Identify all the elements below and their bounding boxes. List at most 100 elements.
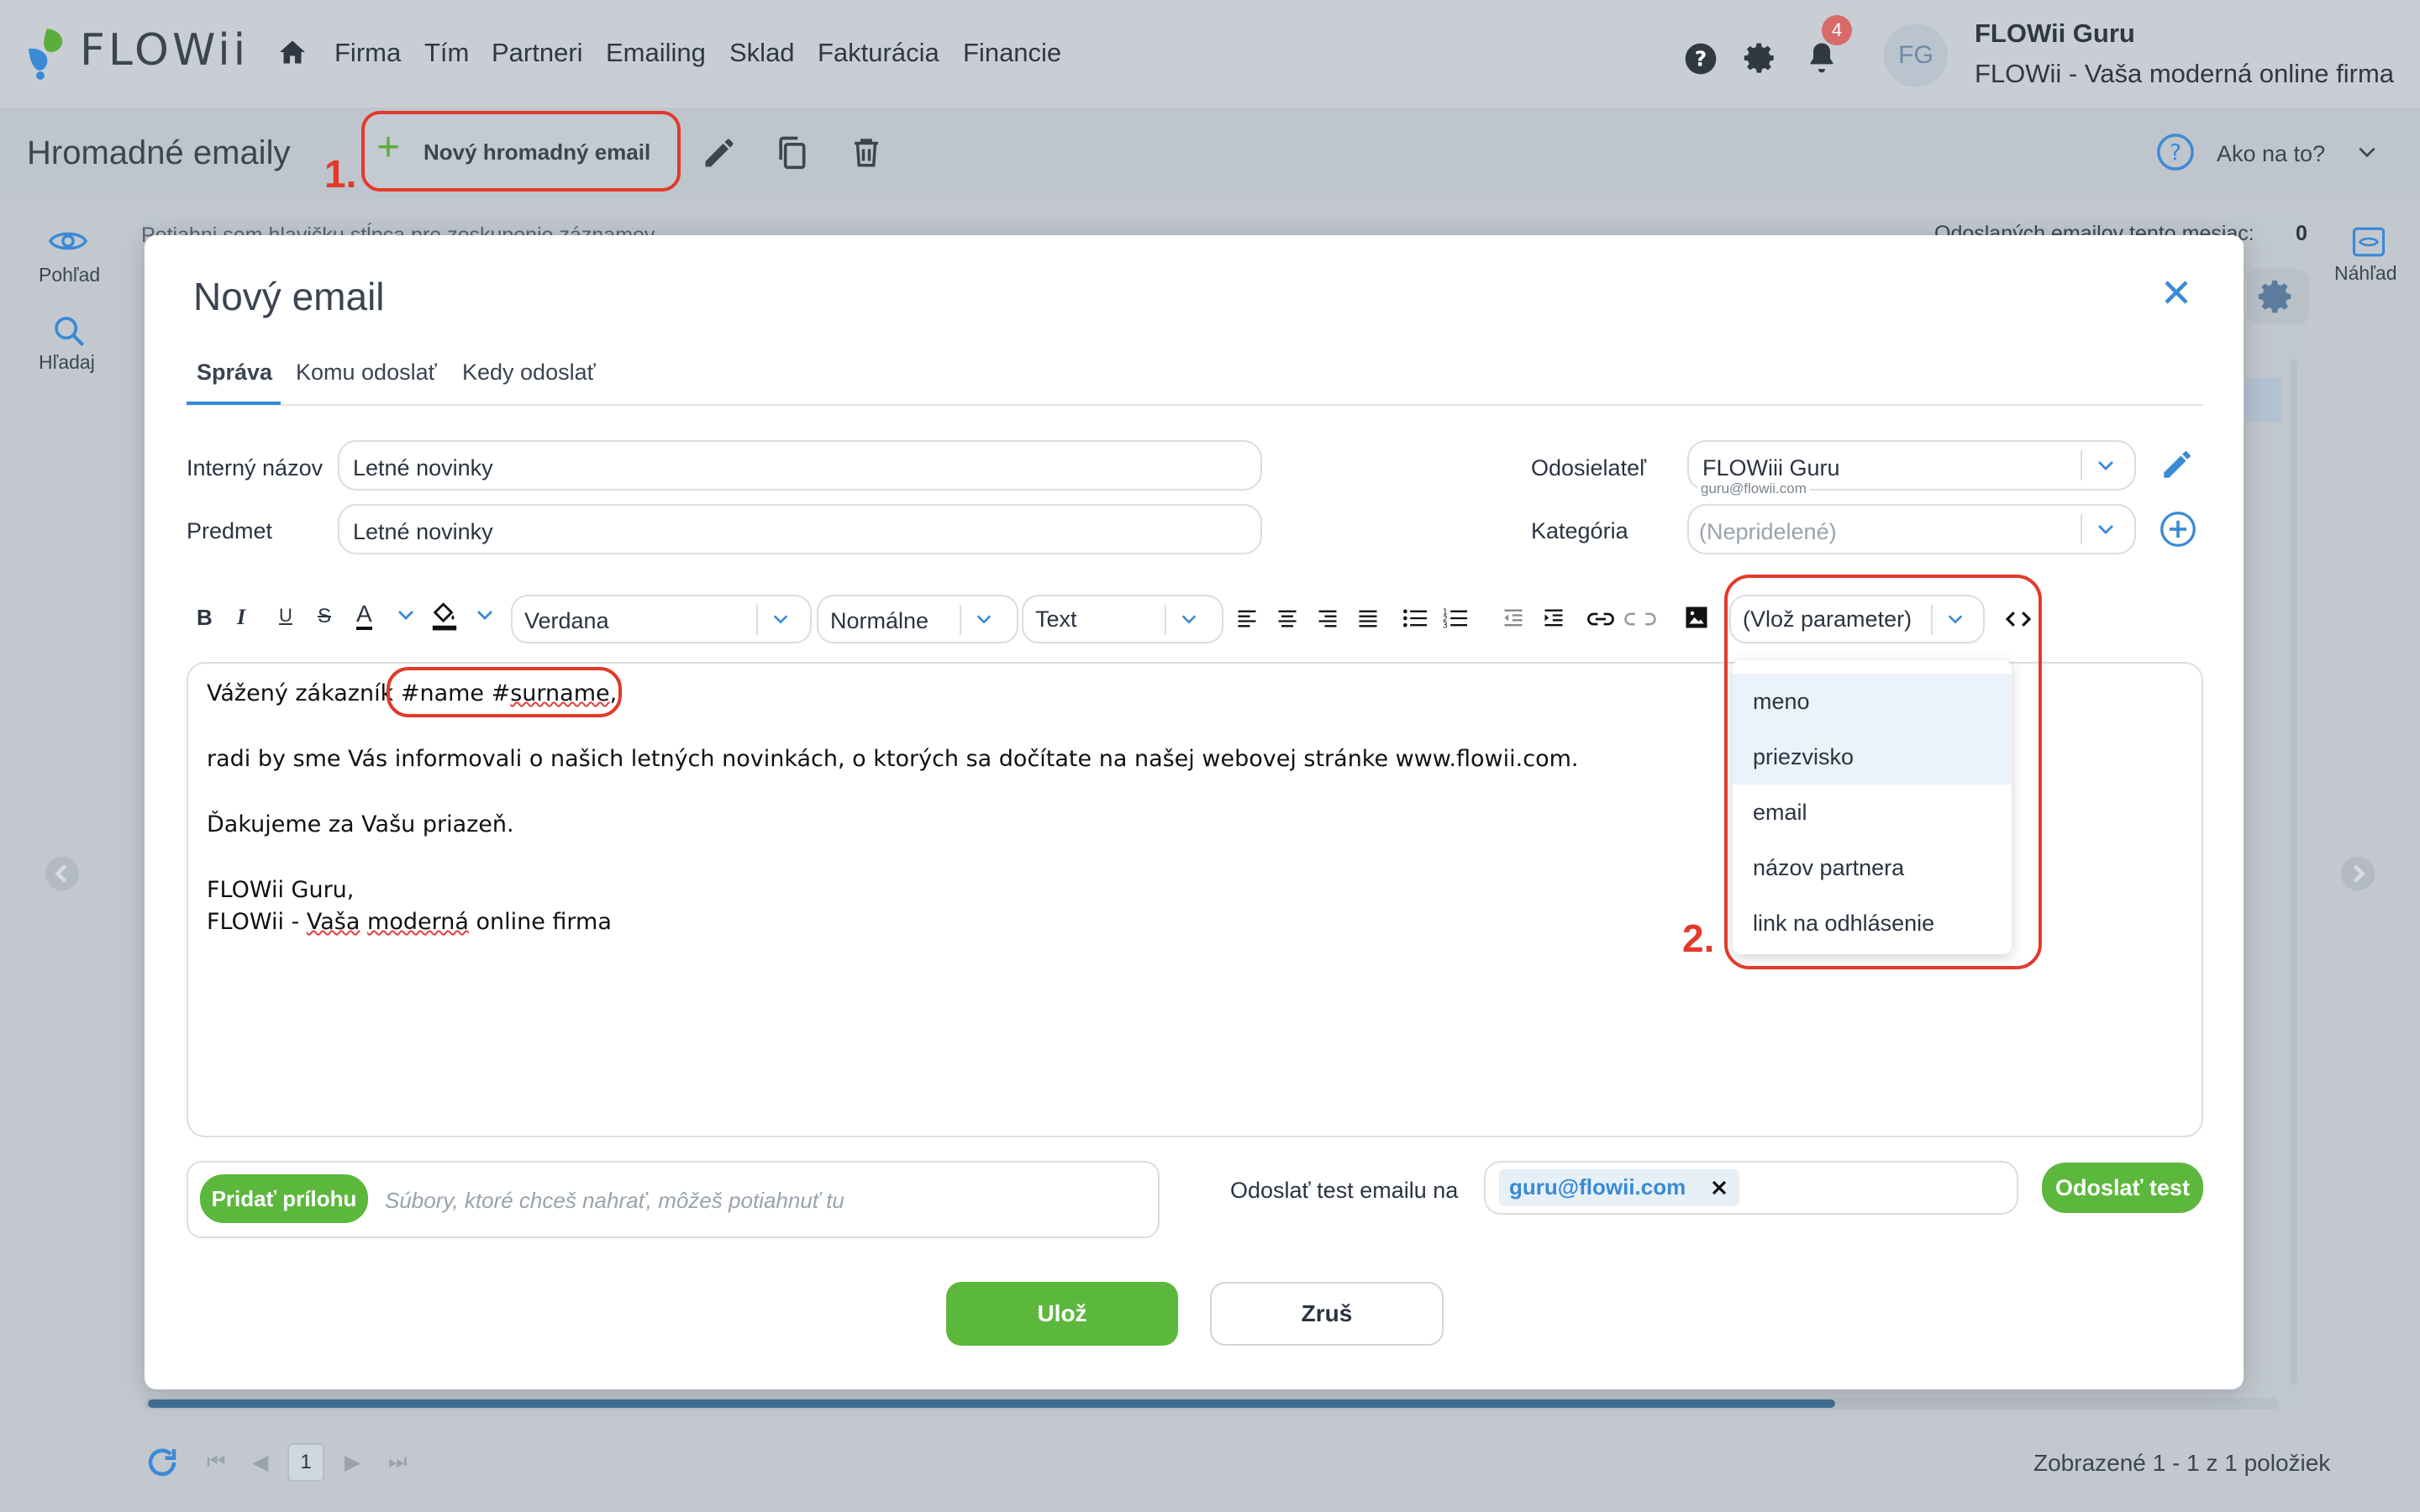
align-left-icon[interactable] [1235,606,1259,630]
tab-kedy-odoslat[interactable]: Kedy odoslať [462,360,596,386]
pager-first-icon[interactable]: ⏮ [207,1450,226,1474]
search-icon[interactable] [52,314,86,348]
grid-settings-gear-icon[interactable] [2257,277,2296,316]
bold-button[interactable]: B [197,605,213,631]
add-category-plus-icon[interactable] [2160,511,2196,548]
annotation-params-highlight [387,667,622,717]
annotation-step-1: 1. [324,152,357,196]
rail-preview-label[interactable]: Náhľad [2334,262,2396,285]
format-value[interactable]: Text [1035,606,1077,633]
align-right-icon[interactable] [1316,606,1339,630]
category-placeholder[interactable]: (Nepridelené) [1699,519,1837,545]
flowii-logo-icon[interactable] [24,25,71,81]
pager-last-icon[interactable]: ⏭ [388,1450,408,1474]
insert-image-icon[interactable] [1684,605,1709,630]
help-link[interactable]: Ako na to? [2217,141,2325,167]
home-icon[interactable] [277,37,308,67]
cancel-button[interactable]: Zruš [1210,1282,1444,1346]
category-chevron-down-icon[interactable] [2094,519,2118,539]
remove-chip-close-icon[interactable] [1709,1178,1729,1198]
nav-sklad[interactable]: Sklad [729,38,795,68]
copy-icon[interactable] [773,133,810,171]
nav-fakturacia[interactable]: Fakturácia [818,38,939,68]
font-size-chevron-down-icon[interactable] [973,610,995,628]
pager-prev-icon[interactable]: ◀ [252,1450,268,1475]
send-test-button[interactable]: Odoslať test [2042,1163,2203,1213]
editor-line-body[interactable]: radi by sme Vás informovali o našich let… [207,746,1578,772]
highlight-chevron-down-icon[interactable] [474,605,496,625]
delete-trash-icon[interactable] [849,133,884,171]
help-icon[interactable]: ? [1684,42,1718,76]
pager-next-icon[interactable]: ▶ [345,1450,360,1475]
link-icon[interactable] [1586,610,1615,628]
edit-sender-pencil-icon[interactable] [2160,447,2195,482]
indent-icon[interactable] [1541,606,1566,630]
editor-line-signature-company[interactable]: FLOWii - Vaša moderná online firma [207,909,612,935]
avatar[interactable]: FG [1884,24,1948,87]
add-attachment-button[interactable]: Pridať prílohu [200,1174,368,1223]
notification-badge: 4 [1822,15,1852,45]
format-chevron-down-icon[interactable] [1178,610,1200,628]
edit-pencil-icon[interactable] [701,134,738,171]
nav-tim[interactable]: Tím [424,38,469,68]
internal-name-value[interactable]: Letné novinky [353,455,493,481]
editor-line-thanks[interactable]: Ďakujeme za Vašu priazeň. [207,811,514,837]
refresh-icon[interactable] [145,1445,180,1480]
logo-text[interactable]: FLOWii [80,25,249,76]
plus-icon: + [376,125,401,170]
underline-button[interactable]: U [279,605,292,627]
vertical-scrollbar[interactable] [2291,360,2297,1384]
pager-current-page[interactable]: 1 [287,1443,324,1482]
user-company: FLOWii - Vaša moderná online firma [1975,59,2395,88]
outdent-icon[interactable] [1501,606,1526,630]
chevron-left-icon[interactable] [44,855,81,892]
user-name[interactable]: FLOWii Guru [1975,18,2135,49]
font-family-chevron-down-icon[interactable] [770,610,792,628]
tab-komu-odoslat[interactable]: Komu odoslať [296,360,437,386]
rail-view-label[interactable]: Pohľad [39,264,100,286]
rail-search-label[interactable]: Hľadaj [39,351,95,374]
sent-count-value: 0 [2296,222,2307,245]
sender-chevron-down-icon[interactable] [2094,455,2118,475]
font-color-chevron-down-icon[interactable] [395,605,417,625]
align-center-icon[interactable] [1276,606,1299,630]
italic-button[interactable]: I [237,605,245,630]
strikethrough-button[interactable]: S [318,605,331,628]
tab-sprava[interactable]: Správa [197,360,272,386]
horizontal-scrollbar-thumb[interactable] [148,1399,1835,1408]
nav-partneri[interactable]: Partneri [492,38,583,68]
editor-line-signature-name[interactable]: FLOWii Guru, [207,877,354,903]
page-title: Hromadné emaily [27,134,291,171]
preview-icon[interactable] [2351,225,2386,259]
help-circle-icon[interactable]: ? [2156,133,2195,171]
numbered-list-icon[interactable]: 1 2 3 [1442,606,1469,630]
bullet-list-icon[interactable] [1402,606,1428,630]
chevron-right-icon[interactable] [2339,855,2376,892]
subject-value[interactable]: Letné novinky [353,519,493,545]
select-separator [2081,514,2082,544]
test-email-chip-label: guru@flowii.com [1509,1174,1686,1200]
highlight-fill-icon[interactable] [430,598,459,632]
category-label: Kategória [1531,518,1628,543]
sender-value[interactable]: FLOWiii Guru [1702,455,1840,481]
font-size-value[interactable]: Normálne [830,608,929,634]
new-bulk-email-label: Nový hromadný email [424,139,651,165]
select-separator [756,605,758,635]
font-family-value[interactable]: Verdana [524,608,609,634]
nav-emailing[interactable]: Emailing [606,38,706,68]
attachment-placeholder: Súbory, ktoré chceš nahrať, môžeš potiah… [385,1188,844,1213]
view-eye-icon[interactable] [49,227,87,255]
font-color-button[interactable]: A [356,601,372,630]
annotation-parameter-highlight [1724,575,2042,969]
tab-divider [187,404,2203,406]
unlink-icon[interactable] [1623,610,1657,628]
chevron-down-icon[interactable] [2354,141,2380,163]
align-justify-icon[interactable] [1356,606,1380,630]
close-icon[interactable] [2161,277,2191,307]
active-tab-indicator [187,402,281,405]
save-button[interactable]: Ulož [946,1282,1178,1346]
nav-firma[interactable]: Firma [334,38,401,68]
settings-gear-icon[interactable] [1743,40,1778,76]
sign-part-c [360,909,367,935]
nav-financie[interactable]: Financie [963,38,1061,68]
